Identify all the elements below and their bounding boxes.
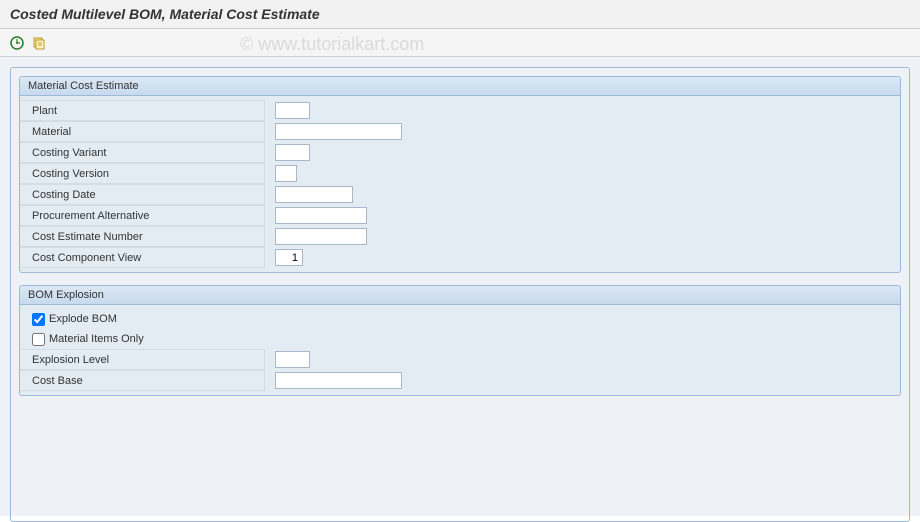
label-procurement-alternative: Procurement Alternative <box>20 205 265 226</box>
field-row-cost-base: Cost Base <box>20 370 900 391</box>
field-row-cost-estimate-number: Cost Estimate Number <box>20 226 900 247</box>
checkbox-row-material-items-only: Material Items Only <box>20 329 900 349</box>
get-variant-icon[interactable] <box>30 34 48 52</box>
field-row-plant: Plant <box>20 100 900 121</box>
field-row-procurement-alternative: Procurement Alternative <box>20 205 900 226</box>
label-cost-base: Cost Base <box>20 370 265 391</box>
label-costing-date: Costing Date <box>20 184 265 205</box>
input-cost-estimate-number[interactable] <box>275 228 367 245</box>
field-row-explosion-level: Explosion Level <box>20 349 900 370</box>
content-area: Material Cost Estimate Plant Material Co… <box>0 57 920 516</box>
group-header-bom-explosion: BOM Explosion <box>20 286 900 305</box>
field-row-costing-date: Costing Date <box>20 184 900 205</box>
label-explosion-level: Explosion Level <box>20 349 265 370</box>
input-costing-variant[interactable] <box>275 144 310 161</box>
input-cost-component-view[interactable] <box>275 249 303 266</box>
checkbox-row-explode-bom: Explode BOM <box>20 309 900 329</box>
label-cost-estimate-number: Cost Estimate Number <box>20 226 265 247</box>
toolbar <box>0 29 920 57</box>
label-material-items-only[interactable]: Material Items Only <box>49 333 144 345</box>
label-costing-version: Costing Version <box>20 163 265 184</box>
checkbox-material-items-only[interactable] <box>32 333 45 346</box>
label-material: Material <box>20 121 265 142</box>
group-bom-explosion: BOM Explosion Explode BOM Material Items… <box>19 285 901 396</box>
input-costing-version[interactable] <box>275 165 297 182</box>
input-material[interactable] <box>275 123 402 140</box>
field-row-material: Material <box>20 121 900 142</box>
input-costing-date[interactable] <box>275 186 353 203</box>
field-row-costing-version: Costing Version <box>20 163 900 184</box>
group-material-cost-estimate: Material Cost Estimate Plant Material Co… <box>19 76 901 273</box>
checkbox-explode-bom[interactable] <box>32 313 45 326</box>
input-cost-base[interactable] <box>275 372 402 389</box>
page-title: Costed Multilevel BOM, Material Cost Est… <box>10 6 320 22</box>
group-header-material-cost-estimate: Material Cost Estimate <box>20 77 900 96</box>
title-bar: Costed Multilevel BOM, Material Cost Est… <box>0 0 920 29</box>
input-plant[interactable] <box>275 102 310 119</box>
input-explosion-level[interactable] <box>275 351 310 368</box>
input-procurement-alternative[interactable] <box>275 207 367 224</box>
label-costing-variant: Costing Variant <box>20 142 265 163</box>
label-explode-bom[interactable]: Explode BOM <box>49 313 117 325</box>
label-plant: Plant <box>20 100 265 121</box>
execute-icon[interactable] <box>8 34 26 52</box>
label-cost-component-view: Cost Component View <box>20 247 265 268</box>
field-row-cost-component-view: Cost Component View <box>20 247 900 268</box>
field-row-costing-variant: Costing Variant <box>20 142 900 163</box>
